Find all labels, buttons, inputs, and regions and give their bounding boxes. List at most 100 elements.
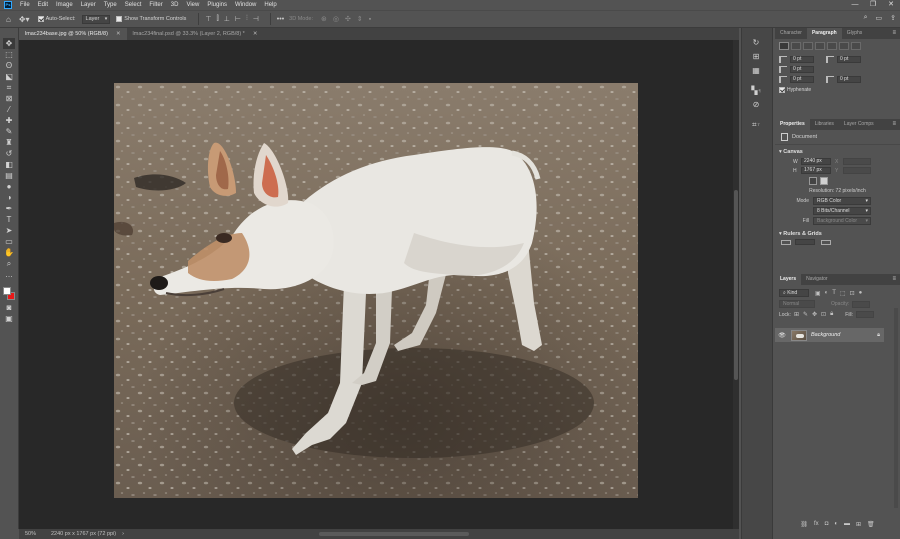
zoom-tool-icon[interactable]: ⌕ [3,258,15,269]
search-icon[interactable]: ⌕ [864,14,868,22]
portrait-orientation-icon[interactable] [809,177,817,185]
3d-roll-icon[interactable]: ◎ [333,15,339,23]
justify-last-left-icon[interactable] [815,42,825,50]
menu-edit[interactable]: Edit [34,2,52,8]
align-right-icon[interactable]: ⊣ [253,15,259,23]
rulers-grids-section-title[interactable]: ▾ Rulers & Grids [779,231,900,237]
tab-character[interactable]: Character [775,28,807,39]
menu-type[interactable]: Type [100,2,121,8]
quick-mask-icon[interactable]: ◙ [3,302,15,313]
lock-icon[interactable]: 🔒︎ [877,332,880,339]
panel-menu-icon[interactable]: ≡ [892,274,896,285]
lock-transparent-icon[interactable]: ⊞ [794,311,799,318]
tab-glyphs[interactable]: Glyphs [842,28,868,39]
space-before-input[interactable]: 0 pt [790,76,814,83]
screen-mode-icon[interactable]: ▣ [3,313,15,324]
eyedropper-tool-icon[interactable]: ⁄ [3,104,15,115]
layer-kind-filter-dropdown[interactable]: ⌕ Kind [779,289,809,297]
rectangle-tool-icon[interactable]: ▭ [3,236,15,247]
3d-slide-icon[interactable]: ⇕ [357,15,363,23]
justify-last-center-icon[interactable] [827,42,837,50]
blur-tool-icon[interactable]: ● [3,181,15,192]
dodge-tool-icon[interactable]: ◑ [3,192,15,203]
filter-type-icon[interactable]: T [832,290,836,296]
align-vcenter-icon[interactable]: ⫿ [216,15,218,23]
gradient-tool-icon[interactable]: ▤ [3,170,15,181]
filter-smart-object-icon[interactable]: ⊡ [850,290,855,297]
frame-tool-icon[interactable]: ⊠ [3,93,15,104]
tab-layers[interactable]: Layers [775,274,802,285]
lasso-tool-icon[interactable]: ʘ [3,60,15,71]
libraries-icon[interactable]: ▦ [742,64,770,78]
object-select-tool-icon[interactable]: ⬕ [3,71,15,82]
layer-thumbnail[interactable] [791,329,807,341]
layers-scrollbar[interactable] [894,308,898,508]
fill-input[interactable] [856,311,875,318]
menu-help[interactable]: Help [260,2,280,8]
workspace-icon[interactable]: ▭ [876,14,883,22]
menu-plugins[interactable]: Plugins [203,2,231,8]
paragraph-panel-icon[interactable]: ▚ ¶ [742,84,770,98]
menu-image[interactable]: Image [52,2,77,8]
align-left-icon[interactable] [779,42,789,50]
adjustment-layer-icon[interactable]: ◐ [834,521,838,527]
delete-layer-icon[interactable]: 🗑︎ [867,521,875,528]
move-tool-icon[interactable]: ✥▾ [19,15,30,24]
link-layers-icon[interactable]: ⛓ [800,521,808,528]
layer-style-icon[interactable]: fx [814,521,819,527]
align-left-icon[interactable]: ⊢ [235,15,241,23]
color-mode-dropdown[interactable]: RGB Color [813,197,871,205]
3d-scale-icon[interactable]: ▪ [369,16,371,23]
lock-all-icon[interactable]: 🔒︎ [830,311,833,318]
marquee-tool-icon[interactable]: ⬚ [3,49,15,60]
clone-stamp-tool-icon[interactable]: ♜ [3,137,15,148]
path-select-tool-icon[interactable]: ➤ [3,225,15,236]
add-mask-icon[interactable]: ◘ [825,521,829,527]
hand-tool-icon[interactable]: ✋ [3,247,15,258]
space-after-input[interactable]: 0 pt [837,76,861,83]
panel-menu-icon[interactable]: ≡ [892,119,896,130]
tab-libraries[interactable]: Libraries [810,119,839,130]
3d-pan-icon[interactable]: ✣ [345,15,351,23]
blend-mode-dropdown[interactable]: Normal [779,300,815,308]
tab-lmac234base[interactable]: lmac234base.jpg @ 50% (RGB/8) ✕ [19,28,127,40]
lock-position-icon[interactable]: ✥ [812,311,817,318]
zoom-level[interactable]: 50% [25,531,51,537]
minimize-icon[interactable]: — [846,0,864,10]
crop-tool-icon[interactable]: ⌗ [3,82,15,93]
history-icon[interactable]: ↻ [742,36,770,50]
auto-select-checkbox[interactable] [37,16,44,22]
restore-icon[interactable]: ❐ [864,0,882,10]
scrollbar-thumb[interactable] [734,190,738,380]
filter-shape-icon[interactable]: ⬚ [840,290,846,297]
tab-layer-comps[interactable]: Layer Comps [839,119,879,130]
height-input[interactable]: 1767 px [801,167,831,174]
tab-paragraph[interactable]: Paragraph [806,28,842,39]
brush-tool-icon[interactable]: ✎ [3,126,15,137]
landscape-orientation-icon[interactable] [820,177,828,185]
swatches-icon[interactable]: ⊞ [742,50,770,64]
filter-pixel-icon[interactable]: ▣ [815,290,821,297]
show-transform-checkbox[interactable] [116,16,123,22]
tab-properties[interactable]: Properties [775,119,810,130]
canvas-area[interactable] [19,40,733,529]
auto-select-target-dropdown[interactable]: Layer [81,14,111,24]
indent-first-line-input[interactable]: 0 pt [790,66,814,73]
menu-file[interactable]: File [16,2,34,8]
close-icon[interactable]: ✕ [882,0,900,10]
menu-window[interactable]: Window [231,2,260,8]
hyphenate-checkbox[interactable] [779,87,785,93]
panel-menu-icon[interactable]: ≡ [892,28,896,39]
photoshop-logo-icon[interactable]: Ps [4,1,12,9]
history-brush-tool-icon[interactable]: ↺ [3,148,15,159]
close-icon[interactable]: ✕ [116,28,121,40]
chevron-right-icon[interactable]: › [122,531,124,537]
close-icon[interactable]: ✕ [253,28,258,40]
foreground-color-swatch[interactable] [3,287,11,295]
tab-lmac234final[interactable]: lmac234final.psd @ 33.3% (Layer 2, RGB/8… [126,28,264,40]
tab-navigator[interactable]: Navigator [801,274,832,285]
y-input[interactable] [843,167,871,174]
filter-toggle-icon[interactable]: ● [859,290,863,296]
new-group-icon[interactable]: ▬ [844,521,850,527]
share-icon[interactable]: ⇪ [890,14,896,22]
